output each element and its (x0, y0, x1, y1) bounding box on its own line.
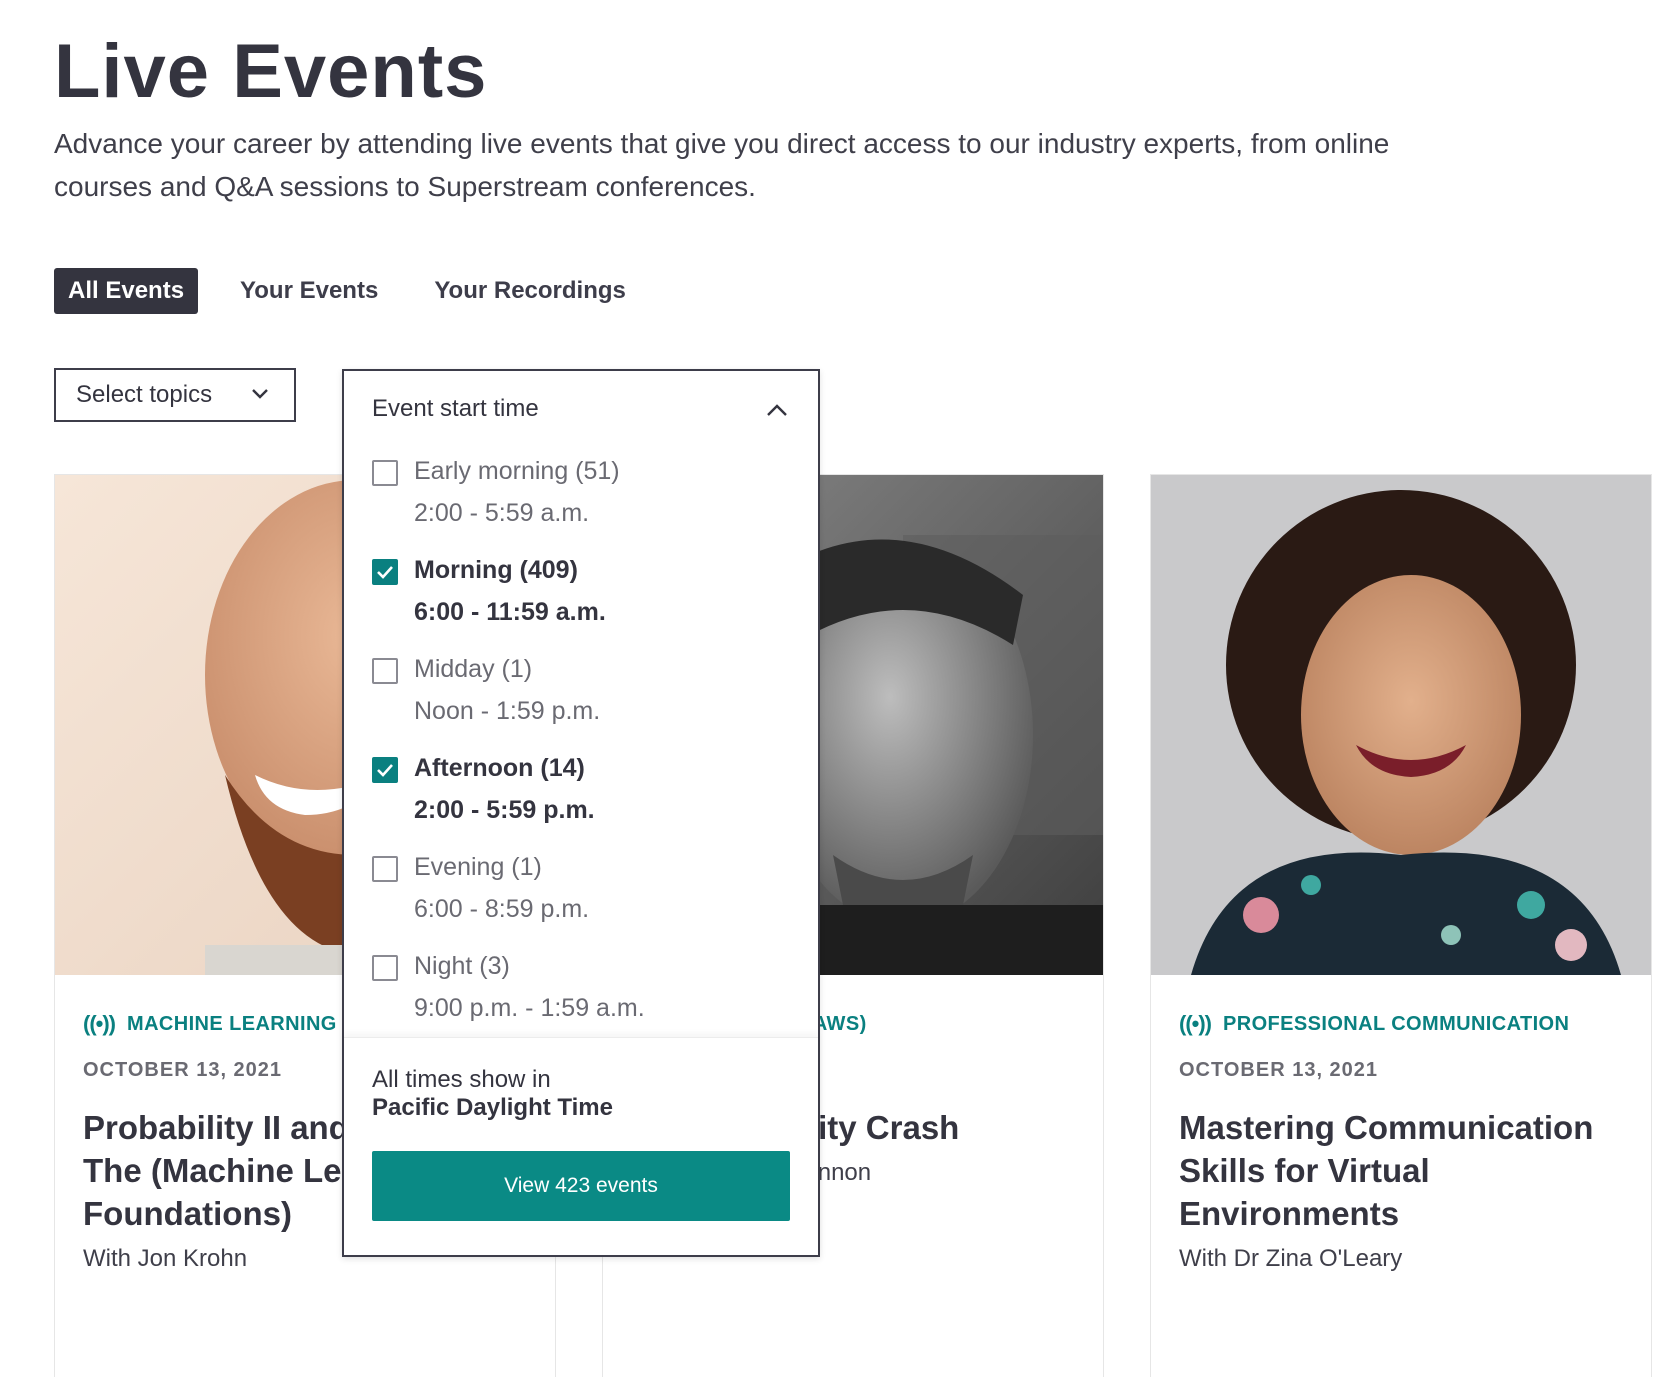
select-topics-dropdown[interactable]: Select topics (54, 368, 296, 422)
checkmark-icon (377, 764, 393, 777)
category-label: PROFESSIONAL COMMUNICATION (1223, 1012, 1570, 1035)
option-range: 2:00 - 5:59 p.m. (414, 796, 595, 824)
option-label: Night (3) (414, 952, 510, 980)
timezone-name: Pacific Daylight Time (372, 1094, 613, 1121)
chevron-up-icon[interactable] (766, 403, 788, 417)
event-tabs: All Events Your Events Your Recordings (54, 268, 668, 314)
tab-your-events[interactable]: Your Events (226, 268, 392, 314)
option-range: 6:00 - 11:59 a.m. (414, 598, 606, 626)
page-subtitle: Advance your career by attending live ev… (54, 128, 1390, 202)
option-label: Morning (409) (414, 556, 578, 584)
select-topics-label: Select topics (76, 381, 213, 408)
category-label: MACHINE LEARNING (127, 1012, 337, 1035)
event-presenter: With Dr Zina O'Leary (1179, 1245, 1403, 1272)
tab-your-recordings[interactable]: Your Recordings (420, 268, 640, 314)
view-events-button[interactable]: View 423 events (372, 1151, 790, 1221)
dropdown-footer: All times show in Pacific Daylight Time … (344, 1037, 818, 1255)
live-events-page: Live Events Advance your career by atten… (0, 0, 1680, 1377)
checkbox[interactable] (372, 955, 398, 981)
page-title: Live Events (54, 29, 488, 114)
event-start-time-dropdown: Event start time Early morning (51) 2:00… (342, 369, 820, 1257)
event-card[interactable]: ((•)) PROFESSIONAL COMMUNICATION OCTOBER… (1150, 474, 1652, 1377)
checkbox[interactable] (372, 856, 398, 882)
timezone-note: All times show in (372, 1066, 551, 1093)
checkmark-icon (377, 566, 393, 579)
chevron-down-icon (252, 389, 268, 399)
checkbox[interactable] (372, 460, 398, 486)
event-category: ((•)) PROFESSIONAL COMMUNICATION (1179, 1011, 1623, 1037)
option-label: Midday (1) (414, 655, 533, 683)
checkbox-checked[interactable] (372, 757, 398, 783)
live-broadcast-icon: ((•)) (83, 1011, 116, 1036)
checkbox[interactable] (372, 658, 398, 684)
dropdown-title: Event start time (372, 395, 539, 422)
option-range: Noon - 1:59 p.m. (414, 697, 601, 725)
event-date: OCTOBER 13, 2021 (1179, 1059, 1379, 1081)
checkbox-checked[interactable] (372, 559, 398, 585)
option-range: 6:00 - 8:59 p.m. (414, 895, 590, 923)
option-label: Afternoon (14) (414, 754, 585, 782)
option-label: Evening (1) (414, 853, 542, 881)
event-title[interactable]: Mastering Communication Skills for Virtu… (1179, 1106, 1649, 1235)
live-broadcast-icon: ((•)) (1179, 1011, 1212, 1036)
option-range: 9:00 p.m. - 1:59 a.m. (414, 994, 645, 1022)
presenter-photo (1151, 475, 1651, 975)
tab-all-events[interactable]: All Events (54, 268, 199, 314)
option-range: 2:00 - 5:59 a.m. (414, 499, 590, 527)
option-label: Early morning (51) (414, 457, 620, 485)
